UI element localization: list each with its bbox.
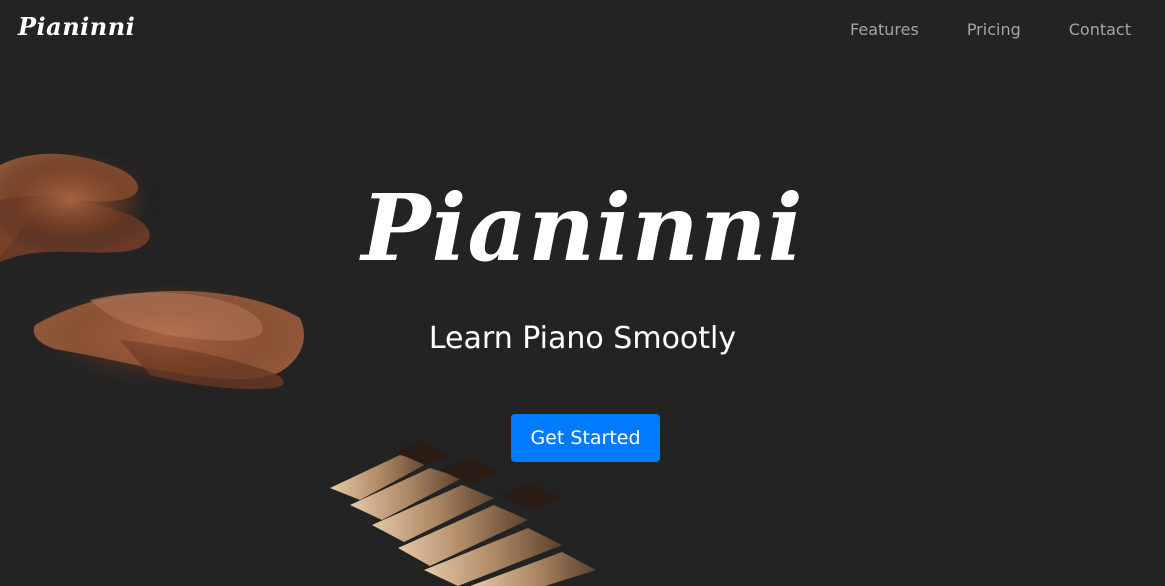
nav-links: Features Pricing Contact (802, 20, 1131, 39)
hero-title: Pianinni (361, 174, 804, 282)
get-started-button[interactable]: Get Started (511, 414, 660, 462)
hero-background-image (0, 145, 596, 586)
brand-logo[interactable]: Pianinni (18, 12, 135, 41)
nav-link-contact[interactable]: Contact (1069, 20, 1131, 39)
landing-page: Pianinni Features Pricing Contact Pianin… (0, 0, 1165, 586)
nav-link-features[interactable]: Features (850, 20, 919, 39)
nav-link-pricing[interactable]: Pricing (967, 20, 1021, 39)
hero-subtitle: Learn Piano Smootly (428, 321, 737, 356)
top-navbar: Pianinni Features Pricing Contact (0, 0, 1165, 62)
